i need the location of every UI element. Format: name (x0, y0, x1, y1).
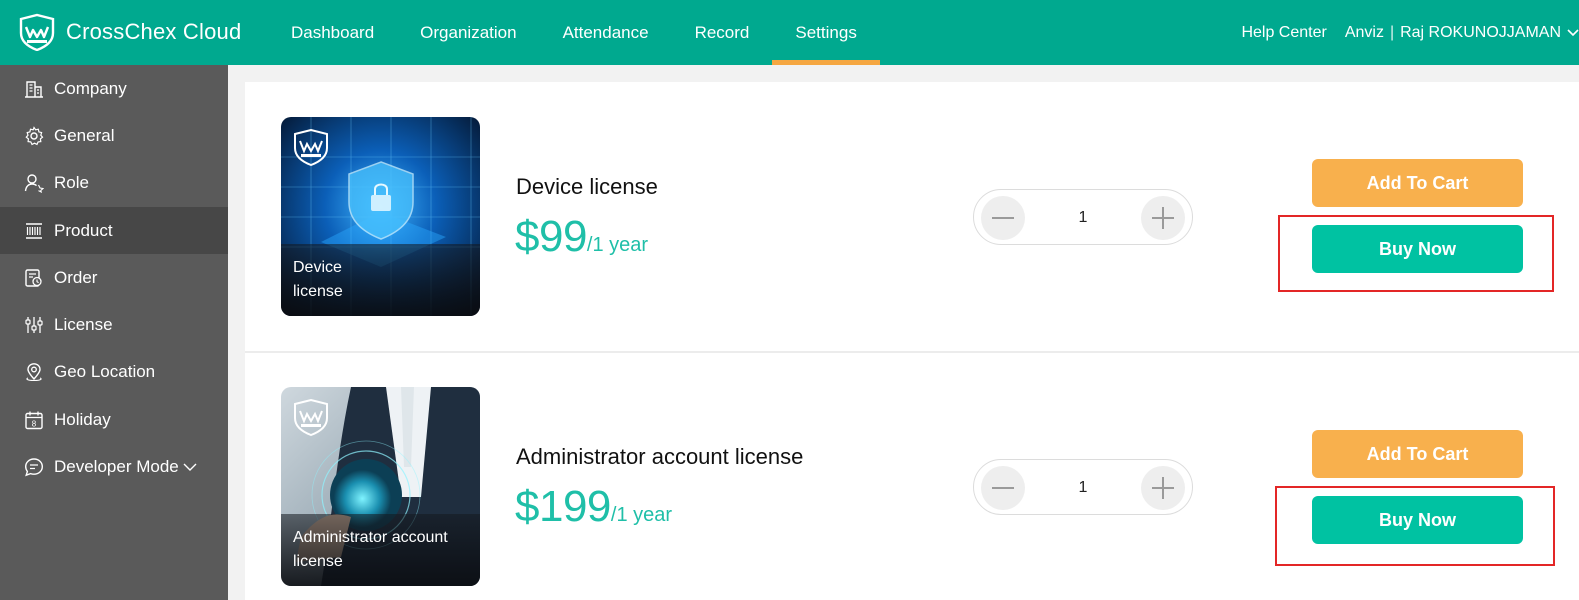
nav-record[interactable]: Record (672, 0, 773, 65)
svg-text:8: 8 (32, 419, 37, 428)
help-center-link[interactable]: Help Center (1241, 24, 1326, 42)
top-navigation-bar: CrossChex Cloud Dashboard Organization A… (0, 0, 1579, 65)
price-period: /1 year (586, 234, 649, 256)
sidebar-item-label: Developer Mode (54, 457, 179, 477)
sidebar-item-label: Role (54, 173, 89, 193)
company-name[interactable]: Anviz (1345, 24, 1384, 42)
sidebar-item-label: Geo Location (54, 362, 156, 382)
sidebar-item-label: Product (54, 220, 113, 240)
nav-attendance[interactable]: Attendance (540, 0, 672, 65)
thumbnail-caption-line: license (293, 283, 343, 300)
sidebar-item-role[interactable]: Role (0, 160, 228, 207)
building-icon (25, 80, 43, 98)
product-price: $199/1 year (515, 482, 672, 532)
decrease-quantity-button[interactable] (981, 466, 1025, 510)
thumbnail-caption: Administrator account license (281, 514, 480, 586)
thumbnail-caption-line: Administrator account (293, 529, 448, 546)
product-thumbnail: Device license (281, 117, 480, 316)
sidebar-item-label: Company (54, 78, 127, 98)
user-role-icon (24, 174, 44, 194)
calendar-icon: 8 (25, 411, 43, 429)
highlight-box (1278, 215, 1554, 292)
chevron-down-icon[interactable] (183, 462, 197, 472)
sidebar-item-holiday[interactable]: 8 Holiday (0, 396, 228, 443)
price-amount: $199 (515, 482, 611, 531)
sidebar-item-company[interactable]: Company (0, 65, 228, 112)
nav-dashboard[interactable]: Dashboard (268, 0, 397, 65)
product-name: Device license (516, 174, 658, 199)
license-icon (25, 317, 43, 334)
chat-icon (24, 458, 44, 477)
anviz-shield-logo-icon (294, 399, 328, 437)
top-right-menu: Help Center Anviz | Raj ROKUNOJJAMAN (1241, 0, 1579, 65)
quantity-stepper (973, 459, 1193, 516)
anviz-shield-logo-icon (19, 13, 55, 51)
sidebar-item-developer-mode[interactable]: Developer Mode (0, 443, 228, 490)
decrease-quantity-button[interactable] (981, 196, 1025, 240)
anviz-shield-logo-icon (294, 129, 328, 167)
product-thumbnail: Administrator account license (281, 387, 480, 586)
sidebar-item-label: Holiday (54, 409, 111, 429)
main-nav: Dashboard Organization Attendance Record… (268, 0, 881, 65)
add-to-cart-button[interactable]: Add To Cart (1312, 430, 1523, 478)
increase-quantity-button[interactable] (1141, 196, 1185, 240)
separator: | (1389, 23, 1395, 41)
quantity-input[interactable] (1034, 190, 1132, 246)
add-to-cart-button[interactable]: Add To Cart (1312, 159, 1523, 207)
gear-icon (25, 126, 44, 146)
product-name: Administrator account license (516, 444, 804, 469)
brand[interactable]: CrossChex Cloud (18, 12, 241, 52)
quantity-input[interactable] (1034, 460, 1132, 516)
order-icon (25, 269, 42, 287)
chevron-down-icon[interactable] (1567, 28, 1579, 37)
product-price: $99/1 year (515, 212, 648, 262)
sidebar-item-geo-location[interactable]: Geo Location (0, 349, 228, 396)
sidebar-item-license[interactable]: License (0, 301, 228, 348)
sidebar-item-general[interactable]: General (0, 112, 228, 159)
sidebar-item-product[interactable]: Product (0, 206, 228, 255)
brand-name: CrossChex Cloud (66, 19, 242, 44)
sidebar-item-label: General (54, 125, 115, 145)
highlight-box (1275, 486, 1555, 566)
thumbnail-caption: Device license (281, 244, 480, 316)
thumbnail-caption-line: license (293, 553, 343, 570)
sidebar-item-label: License (54, 315, 113, 335)
user-name[interactable]: Raj ROKUNOJJAMAN (1400, 24, 1561, 42)
thumbnail-caption-line: Device (293, 259, 342, 276)
nav-settings[interactable]: Settings (772, 0, 881, 65)
barcode-icon (26, 222, 42, 239)
nav-organization[interactable]: Organization (397, 0, 539, 65)
settings-sidebar: Company General Role Product Order Licen… (0, 65, 228, 600)
price-period: /1 year (610, 504, 673, 526)
sidebar-item-order[interactable]: Order (0, 254, 228, 301)
price-amount: $99 (515, 212, 587, 261)
location-pin-icon (26, 363, 42, 382)
increase-quantity-button[interactable] (1141, 466, 1185, 510)
quantity-stepper (973, 189, 1193, 246)
sidebar-item-label: Order (54, 267, 98, 287)
